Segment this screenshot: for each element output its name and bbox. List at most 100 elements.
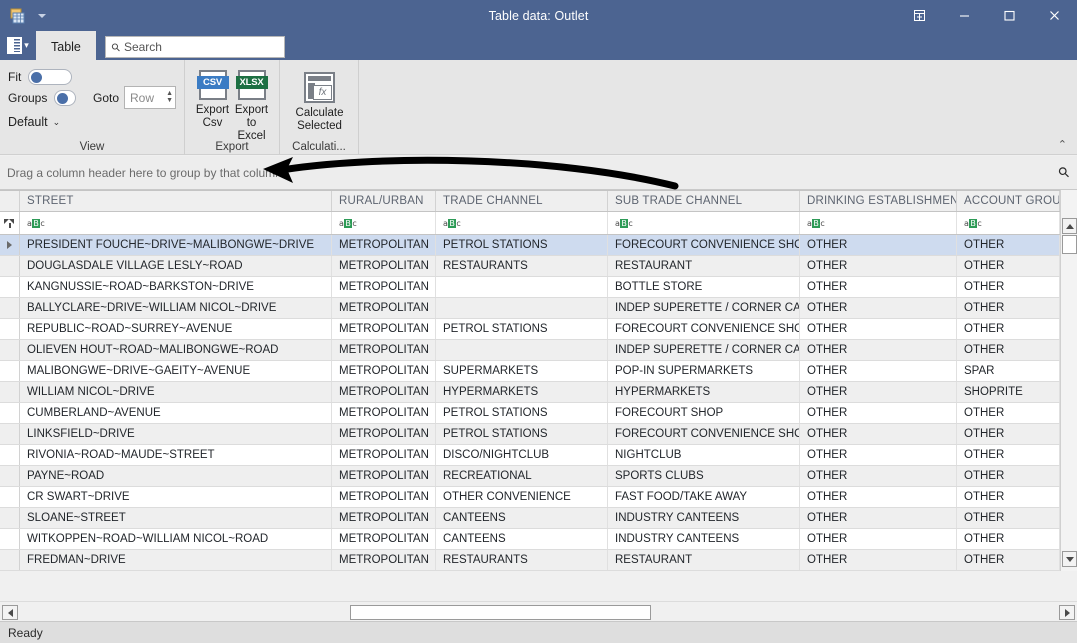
cell-street[interactable]: SLOANE~STREET [20,508,332,528]
scroll-up-button[interactable] [1062,218,1077,234]
table-row[interactable]: OLIEVEN HOUT~ROAD~MALIBONGWE~ROADMETROPO… [0,340,1077,361]
table-row[interactable]: BALLYCLARE~DRIVE~WILLIAM NICOL~DRIVEMETR… [0,298,1077,319]
cell-account_group[interactable]: OTHER [957,466,1060,486]
table-row[interactable]: SLOANE~STREETMETROPOLITANCANTEENSINDUSTR… [0,508,1077,529]
spinner-arrows[interactable]: ▲ ▼ [166,91,173,104]
column-header-rural_urban[interactable]: RURAL/URBAN [332,191,436,211]
column-header-trade_channel[interactable]: TRADE CHANNEL [436,191,608,211]
file-menu-button[interactable]: ▾ [0,31,36,60]
cell-rural_urban[interactable]: METROPOLITAN [332,529,436,549]
cell-rural_urban[interactable]: METROPOLITAN [332,445,436,465]
cell-account_group[interactable]: OTHER [957,277,1060,297]
cell-account_group[interactable]: OTHER [957,487,1060,507]
cell-account_group[interactable]: OTHER [957,508,1060,528]
cell-sub_trade_channel[interactable]: FORECOURT SHOP [608,403,800,423]
cell-drinking_establishments[interactable]: OTHER [800,445,957,465]
cell-trade_channel[interactable]: CANTEENS [436,529,608,549]
tab-table[interactable]: Table [36,31,96,60]
cell-trade_channel[interactable]: SUPERMARKETS [436,361,608,381]
cell-sub_trade_channel[interactable]: INDUSTRY CANTEENS [608,529,800,549]
row-indicator[interactable] [0,361,20,381]
cell-street[interactable]: PRESIDENT FOUCHE~DRIVE~MALIBONGWE~DRIVE [20,235,332,255]
row-indicator[interactable] [0,277,20,297]
filter-cell-street[interactable]: aBc [20,212,332,234]
table-row[interactable]: CR SWART~DRIVEMETROPOLITANOTHER CONVENIE… [0,487,1077,508]
table-row[interactable]: CUMBERLAND~AVENUEMETROPOLITANPETROL STAT… [0,403,1077,424]
cell-sub_trade_channel[interactable]: INDEP SUPERETTE / CORNER CAFE [608,340,800,360]
cell-sub_trade_channel[interactable]: FORECOURT CONVENIENCE SHOP [608,235,800,255]
cell-street[interactable]: LINKSFIELD~DRIVE [20,424,332,444]
cell-rural_urban[interactable]: METROPOLITAN [332,487,436,507]
cell-sub_trade_channel[interactable]: BOTTLE STORE [608,277,800,297]
cell-drinking_establishments[interactable]: OTHER [800,319,957,339]
cell-drinking_establishments[interactable]: OTHER [800,487,957,507]
table-row[interactable]: RIVONIA~ROAD~MAUDE~STREETMETROPOLITANDIS… [0,445,1077,466]
cell-rural_urban[interactable]: METROPOLITAN [332,340,436,360]
cell-rural_urban[interactable]: METROPOLITAN [332,403,436,423]
cell-account_group[interactable]: OTHER [957,529,1060,549]
cell-sub_trade_channel[interactable]: FORECOURT CONVENIENCE SHOP [608,424,800,444]
row-indicator[interactable] [0,487,20,507]
cell-sub_trade_channel[interactable]: INDUSTRY CANTEENS [608,508,800,528]
cell-street[interactable]: CR SWART~DRIVE [20,487,332,507]
row-indicator[interactable] [0,424,20,444]
grid-filter-row[interactable]: aBcaBcaBcaBcaBcaBc [0,212,1077,235]
filter-cell-trade_channel[interactable]: aBc [436,212,608,234]
cell-rural_urban[interactable]: METROPOLITAN [332,382,436,402]
groups-toggle[interactable] [54,90,76,106]
cell-account_group[interactable]: OTHER [957,424,1060,444]
cell-trade_channel[interactable]: PETROL STATIONS [436,319,608,339]
cell-sub_trade_channel[interactable]: FAST FOOD/TAKE AWAY [608,487,800,507]
table-row[interactable]: MALIBONGWE~DRIVE~GAEITY~AVENUEMETROPOLIT… [0,361,1077,382]
row-indicator[interactable] [0,403,20,423]
cell-trade_channel[interactable]: OTHER CONVENIENCE [436,487,608,507]
cell-account_group[interactable]: OTHER [957,550,1060,570]
cell-street[interactable]: OLIEVEN HOUT~ROAD~MALIBONGWE~ROAD [20,340,332,360]
row-indicator[interactable] [0,508,20,528]
cell-trade_channel[interactable] [436,277,608,297]
quick-access-toolbar[interactable] [0,6,46,26]
table-row[interactable]: DOUGLASDALE VILLAGE LESLY~ROADMETROPOLIT… [0,256,1077,277]
cell-rural_urban[interactable]: METROPOLITAN [332,361,436,381]
filter-toggle-button[interactable] [0,212,20,234]
cell-rural_urban[interactable]: METROPOLITAN [332,466,436,486]
cell-trade_channel[interactable]: RESTAURANTS [436,550,608,570]
cell-drinking_establishments[interactable]: OTHER [800,529,957,549]
cell-drinking_establishments[interactable]: OTHER [800,382,957,402]
chevron-up-icon[interactable]: ⌃ [1058,138,1067,151]
cell-trade_channel[interactable]: PETROL STATIONS [436,403,608,423]
cell-drinking_establishments[interactable]: OTHER [800,235,957,255]
row-indicator[interactable] [0,256,20,276]
cell-street[interactable]: REPUBLIC~ROAD~SURREY~AVENUE [20,319,332,339]
row-indicator[interactable] [0,382,20,402]
horizontal-scroll-thumb[interactable] [350,605,651,620]
cell-sub_trade_channel[interactable]: HYPERMARKETS [608,382,800,402]
column-header-drinking_establishments[interactable]: DRINKING ESTABLISHMENTS [800,191,957,211]
vertical-scroll-thumb[interactable] [1062,235,1077,254]
fit-toggle[interactable] [28,69,72,85]
cell-sub_trade_channel[interactable]: RESTAURANT [608,550,800,570]
cell-rural_urban[interactable]: METROPOLITAN [332,550,436,570]
row-indicator[interactable] [0,550,20,570]
column-header-sub_trade_channel[interactable]: SUB TRADE CHANNEL [608,191,800,211]
cell-account_group[interactable]: OTHER [957,319,1060,339]
table-row[interactable]: PRESIDENT FOUCHE~DRIVE~MALIBONGWE~DRIVEM… [0,235,1077,256]
horizontal-scrollbar[interactable] [0,601,1077,621]
cell-sub_trade_channel[interactable]: NIGHTCLUB [608,445,800,465]
goto-row-spinner[interactable]: Row ▲ ▼ [124,86,176,109]
row-indicator[interactable] [0,466,20,486]
row-indicator[interactable] [0,340,20,360]
cell-trade_channel[interactable]: PETROL STATIONS [436,424,608,444]
cell-trade_channel[interactable] [436,298,608,318]
close-button[interactable] [1032,0,1077,31]
cell-rural_urban[interactable]: METROPOLITAN [332,277,436,297]
cell-rural_urban[interactable]: METROPOLITAN [332,508,436,528]
row-indicator[interactable] [0,298,20,318]
cell-street[interactable]: BALLYCLARE~DRIVE~WILLIAM NICOL~DRIVE [20,298,332,318]
row-indicator[interactable] [0,235,20,255]
cell-sub_trade_channel[interactable]: SPORTS CLUBS [608,466,800,486]
default-view-dropdown[interactable]: Default ⌄ [8,115,176,129]
cell-trade_channel[interactable]: DISCO/NIGHTCLUB [436,445,608,465]
table-row[interactable]: PAYNE~ROADMETROPOLITANRECREATIONALSPORTS… [0,466,1077,487]
cell-drinking_establishments[interactable]: OTHER [800,361,957,381]
